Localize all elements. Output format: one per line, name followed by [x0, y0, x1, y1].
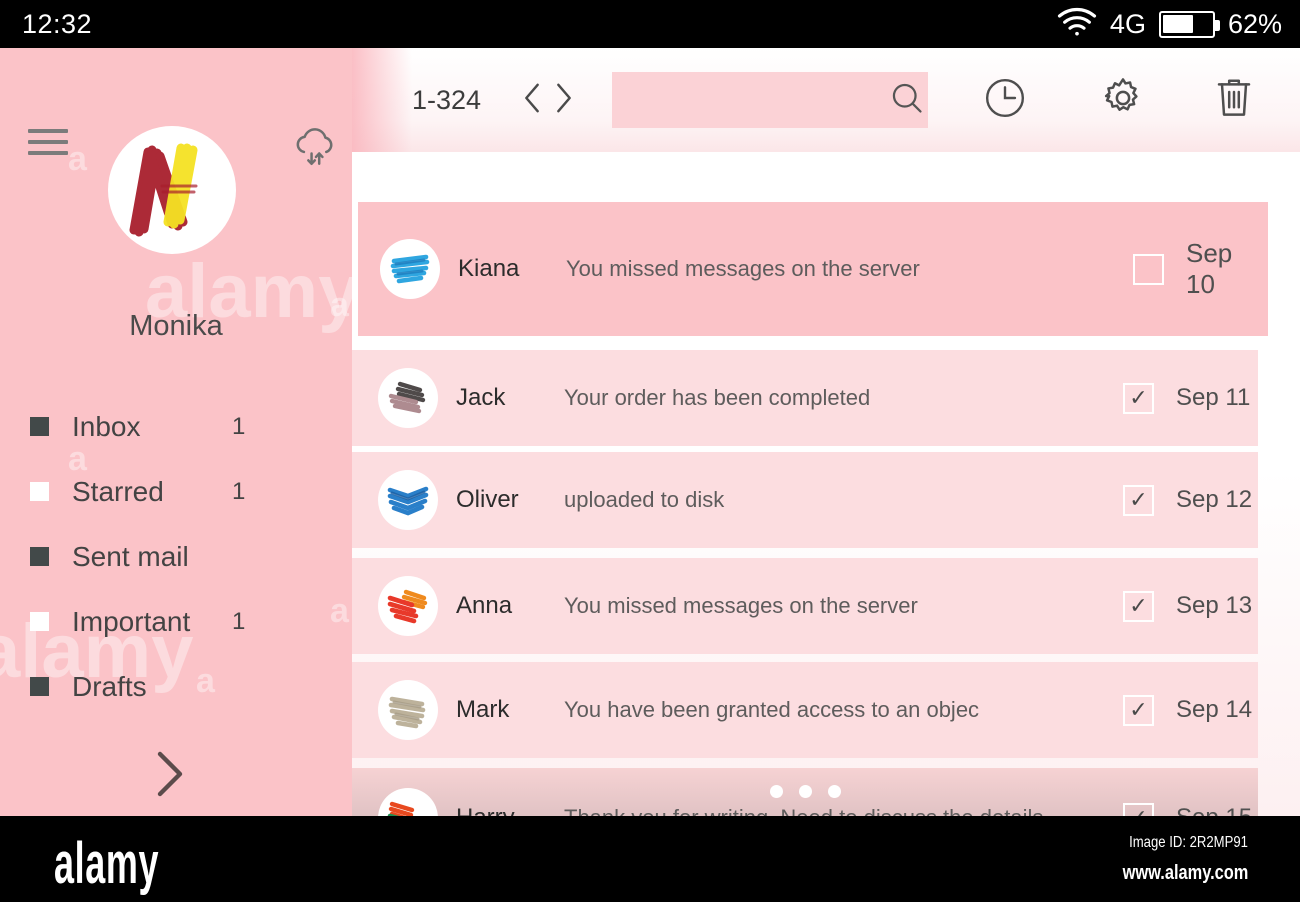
pagination-controls: [520, 81, 576, 120]
sidebar-item-label: Sent mail: [72, 540, 189, 572]
chevron-right-icon[interactable]: [152, 748, 188, 805]
sidebar-item-sent-mail[interactable]: Sent mail: [0, 524, 352, 589]
mail-subject: You have been granted access to an objec: [564, 697, 980, 722]
sender-name: Oliver: [456, 486, 519, 513]
avatar: [378, 470, 438, 530]
page-range-label: 1-324: [412, 84, 482, 115]
sidebar-item-starred[interactable]: Starred 1: [0, 459, 352, 524]
status-indicators: 4G 62%: [1057, 7, 1282, 42]
avatar[interactable]: [108, 126, 236, 254]
folder-list: Inbox 1 Starred 1 Sent mail Important 1 …: [0, 394, 352, 719]
table-row[interactable]: Mark You have been granted access to an …: [352, 662, 1258, 758]
pagination-dot[interactable]: [798, 785, 812, 798]
sidebar: a a a a a alamy alamy: [0, 48, 361, 816]
pagination-dot[interactable]: [827, 785, 841, 798]
battery-icon: [1158, 10, 1220, 38]
folder-marker-icon: [30, 417, 49, 436]
status-clock: 12:32: [22, 8, 93, 39]
app-window: a a a a a alamy alamy: [0, 48, 1300, 816]
mail-date: Sep 14: [1176, 696, 1253, 723]
mail-subject: Thank you for writing. Need to discuss t…: [564, 805, 1123, 816]
clock-icon[interactable]: [982, 75, 1028, 126]
mail-list: alamy alamy alamy a a a a a a a a a: [352, 152, 1300, 816]
battery-percent: 62%: [1227, 8, 1282, 39]
row-checkbox[interactable]: ✓: [1123, 484, 1154, 516]
network-type: 4G: [1109, 8, 1146, 39]
row-checkbox[interactable]: ✓: [1123, 590, 1154, 622]
table-row[interactable]: Jack Your order has been completed ✓ Sep…: [352, 350, 1258, 446]
table-row[interactable]: Anna You missed messages on the server ✓…: [352, 558, 1258, 654]
mail-subject: You missed messages on the server: [566, 256, 920, 281]
gear-icon[interactable]: [1100, 75, 1146, 126]
folder-count: 1: [232, 607, 246, 635]
row-checkbox[interactable]: ✓: [1123, 802, 1154, 816]
sidebar-item-label: Drafts: [72, 670, 147, 702]
chevron-right-icon[interactable]: [552, 81, 576, 120]
hamburger-menu-icon[interactable]: [28, 126, 68, 158]
wifi-icon: [1057, 7, 1097, 42]
sidebar-item-label: Inbox: [72, 410, 141, 442]
sidebar-item-drafts[interactable]: Drafts: [0, 654, 352, 719]
sender-name: Anna: [456, 592, 513, 619]
folder-count: 1: [232, 477, 246, 505]
folder-marker-icon: [30, 547, 49, 566]
search-box[interactable]: [612, 72, 928, 128]
page-title: Monika: [129, 310, 223, 342]
mail-date: Sep 13: [1176, 592, 1253, 619]
content-area: 1-324 alamy Kiana You missed messages on…: [352, 48, 1300, 816]
row-checkbox[interactable]: [1133, 253, 1164, 285]
trash-icon[interactable]: [1212, 74, 1256, 127]
chevron-left-icon[interactable]: [520, 81, 544, 120]
alamy-logo: alamy: [54, 831, 160, 896]
avatar: [378, 680, 438, 740]
sender-name: Kiana: [458, 255, 520, 282]
mail-subject: You missed messages on the server: [564, 593, 918, 618]
mail-subject: uploaded to disk: [564, 487, 725, 512]
image-id-label: Image ID: 2R2MP91: [1129, 834, 1248, 851]
sender-name: Harry: [456, 804, 564, 816]
mail-date: Sep 12: [1176, 486, 1253, 513]
mail-subject: Your order has been completed: [564, 385, 871, 410]
toolbar: 1-324: [352, 48, 1300, 152]
folder-marker-icon: [30, 482, 49, 501]
sender-name: Mark: [456, 696, 510, 723]
sidebar-item-important[interactable]: Important 1: [0, 589, 352, 654]
profile-avatar-image: [108, 126, 236, 254]
folder-marker-icon: [30, 612, 49, 631]
status-bar: 12:32 4G 62%: [0, 0, 1300, 48]
search-input[interactable]: [624, 88, 889, 112]
row-checkbox[interactable]: ✓: [1123, 382, 1154, 414]
row-checkbox[interactable]: ✓: [1123, 694, 1154, 726]
sidebar-item-label: Starred: [72, 475, 164, 507]
folder-count: 1: [232, 412, 246, 440]
cloud-sync-icon[interactable]: [292, 126, 338, 173]
search-icon[interactable]: [889, 80, 925, 121]
avatar: [378, 576, 438, 636]
pagination-dot[interactable]: [769, 785, 783, 798]
table-row[interactable]: Oliver uploaded to disk ✓ Sep 12: [352, 452, 1258, 548]
mail-date: Sep 11: [1176, 384, 1251, 411]
avatar: [380, 239, 440, 299]
avatar: [378, 368, 438, 428]
pagination-dots[interactable]: [352, 785, 1258, 798]
sender-name: Jack: [456, 384, 506, 411]
sidebar-item-label: Important: [72, 605, 191, 637]
mail-date: Sep 15: [1154, 804, 1258, 816]
watermark-footer: alamy Image ID: 2R2MP91 www.alamy.com: [0, 816, 1300, 902]
folder-marker-icon: [30, 677, 49, 696]
table-row[interactable]: Kiana You missed messages on the server …: [352, 196, 1274, 342]
website-url-label: www.alamy.com: [1122, 862, 1248, 884]
mail-date: Sep 10: [1186, 238, 1233, 299]
sidebar-item-inbox[interactable]: Inbox 1: [0, 394, 352, 459]
